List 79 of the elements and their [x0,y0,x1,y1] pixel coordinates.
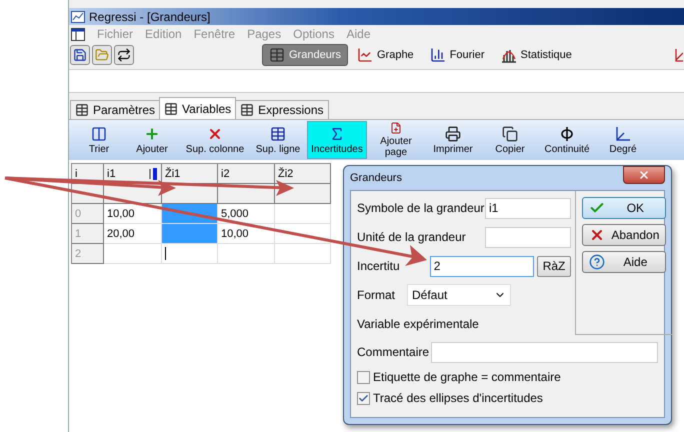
checkbox[interactable] [357,392,370,404]
text-field[interactable] [485,226,571,248]
toolbar-button[interactable]: Continuité [539,121,595,159]
table-cell[interactable]: 20,00 [104,224,162,244]
swap-button[interactable] [114,45,134,65]
text-field[interactable]: 2 [430,256,534,276]
toolbar-button[interactable]: Imprimer [425,121,481,159]
plus-icon [144,126,160,142]
close-button[interactable] [623,166,665,184]
toolbar-button[interactable]: Sup. ligne [249,121,307,159]
table-cell[interactable] [275,204,331,224]
view-button[interactable]: Grandeurs [262,44,348,66]
format-dropdown[interactable]: Défaut [407,284,511,306]
help-icon [589,254,606,270]
table-cell[interactable] [275,244,331,264]
comment-field[interactable] [431,342,658,362]
table-cell[interactable] [162,224,218,244]
dialog-button[interactable]: OK [582,197,666,219]
tab[interactable]: Expressions [235,100,329,119]
line-chart-icon [356,47,373,63]
toolbar-button[interactable]: Trier [75,121,123,159]
sort-icon [149,166,158,180]
dialog-button[interactable]: Aide [582,251,666,273]
tab[interactable]: Variables [159,97,236,119]
table-cell[interactable] [162,244,218,264]
view-button[interactable]: Fourier [422,44,492,66]
table-icon [75,103,89,117]
toolbar-button[interactable]: Sup. colonne [181,121,249,159]
table-cell[interactable]: 10,00 [104,204,162,224]
angle-icon [615,126,631,142]
toolbar-button[interactable]: Ajouter page [367,121,425,159]
checkbox[interactable] [357,370,370,384]
field-label: Commentaire [357,345,430,359]
window-icon[interactable] [71,28,85,40]
save-button[interactable] [70,45,90,65]
dialog-title: Grandeurs [350,172,402,184]
table-cell[interactable] [218,244,275,264]
field-label: Symbole de la grandeur [357,201,485,215]
chart-icon[interactable] [675,48,683,62]
view-button[interactable]: Statistique [494,44,579,66]
table-icon [164,102,178,116]
formula-field[interactable] [69,69,684,93]
histogram-icon [500,47,517,63]
checkbox-label: Tracé des ellipses d'incertitudes [373,391,543,405]
printer-icon [445,126,461,142]
view-button[interactable]: Graphe [350,44,421,66]
app-icon [71,10,85,22]
table-icon [270,126,286,142]
row-header: 1 [72,224,104,244]
row-header: 0 [72,204,104,224]
close-icon [638,169,650,181]
toolbar-button[interactable]: Degré [595,121,651,159]
unit-cell [275,184,331,204]
table-cell[interactable]: 5,000 [218,204,275,224]
columns-icon [91,126,107,142]
reset-button[interactable]: RàZ [536,256,572,276]
row-header: 2 [72,244,104,264]
column-header[interactable]: Ži2 [275,164,331,184]
bar-chart-icon [430,47,446,63]
section-label: Variable expérimentale [357,317,479,331]
toolbar-button[interactable]: Ajouter [123,121,181,159]
table-cell[interactable]: 10,00 [218,224,275,244]
window-title: Regressi - [Grandeurs] [89,10,210,24]
dialog-button[interactable]: Abandon [582,224,666,246]
phi-icon [560,126,574,142]
toolbar-button[interactable]: Incertitudes [307,121,367,159]
field-label: Format [357,288,396,302]
column-header[interactable]: Ži1 [162,164,218,184]
toolbar-button[interactable]: Copier [481,121,539,159]
field-label: Incertitu [357,259,400,273]
tab[interactable]: Paramètres [70,100,160,119]
column-header[interactable]: i2 [218,164,275,184]
table-icon [240,103,254,117]
field-label: Unité de la grandeur [357,230,467,244]
table-icon [269,47,285,63]
text-field[interactable]: i1 [485,198,571,218]
checkbox-label: Etiquette de graphe = commentaire [373,370,561,384]
table-cell[interactable] [104,244,162,264]
copy-icon [502,126,518,142]
